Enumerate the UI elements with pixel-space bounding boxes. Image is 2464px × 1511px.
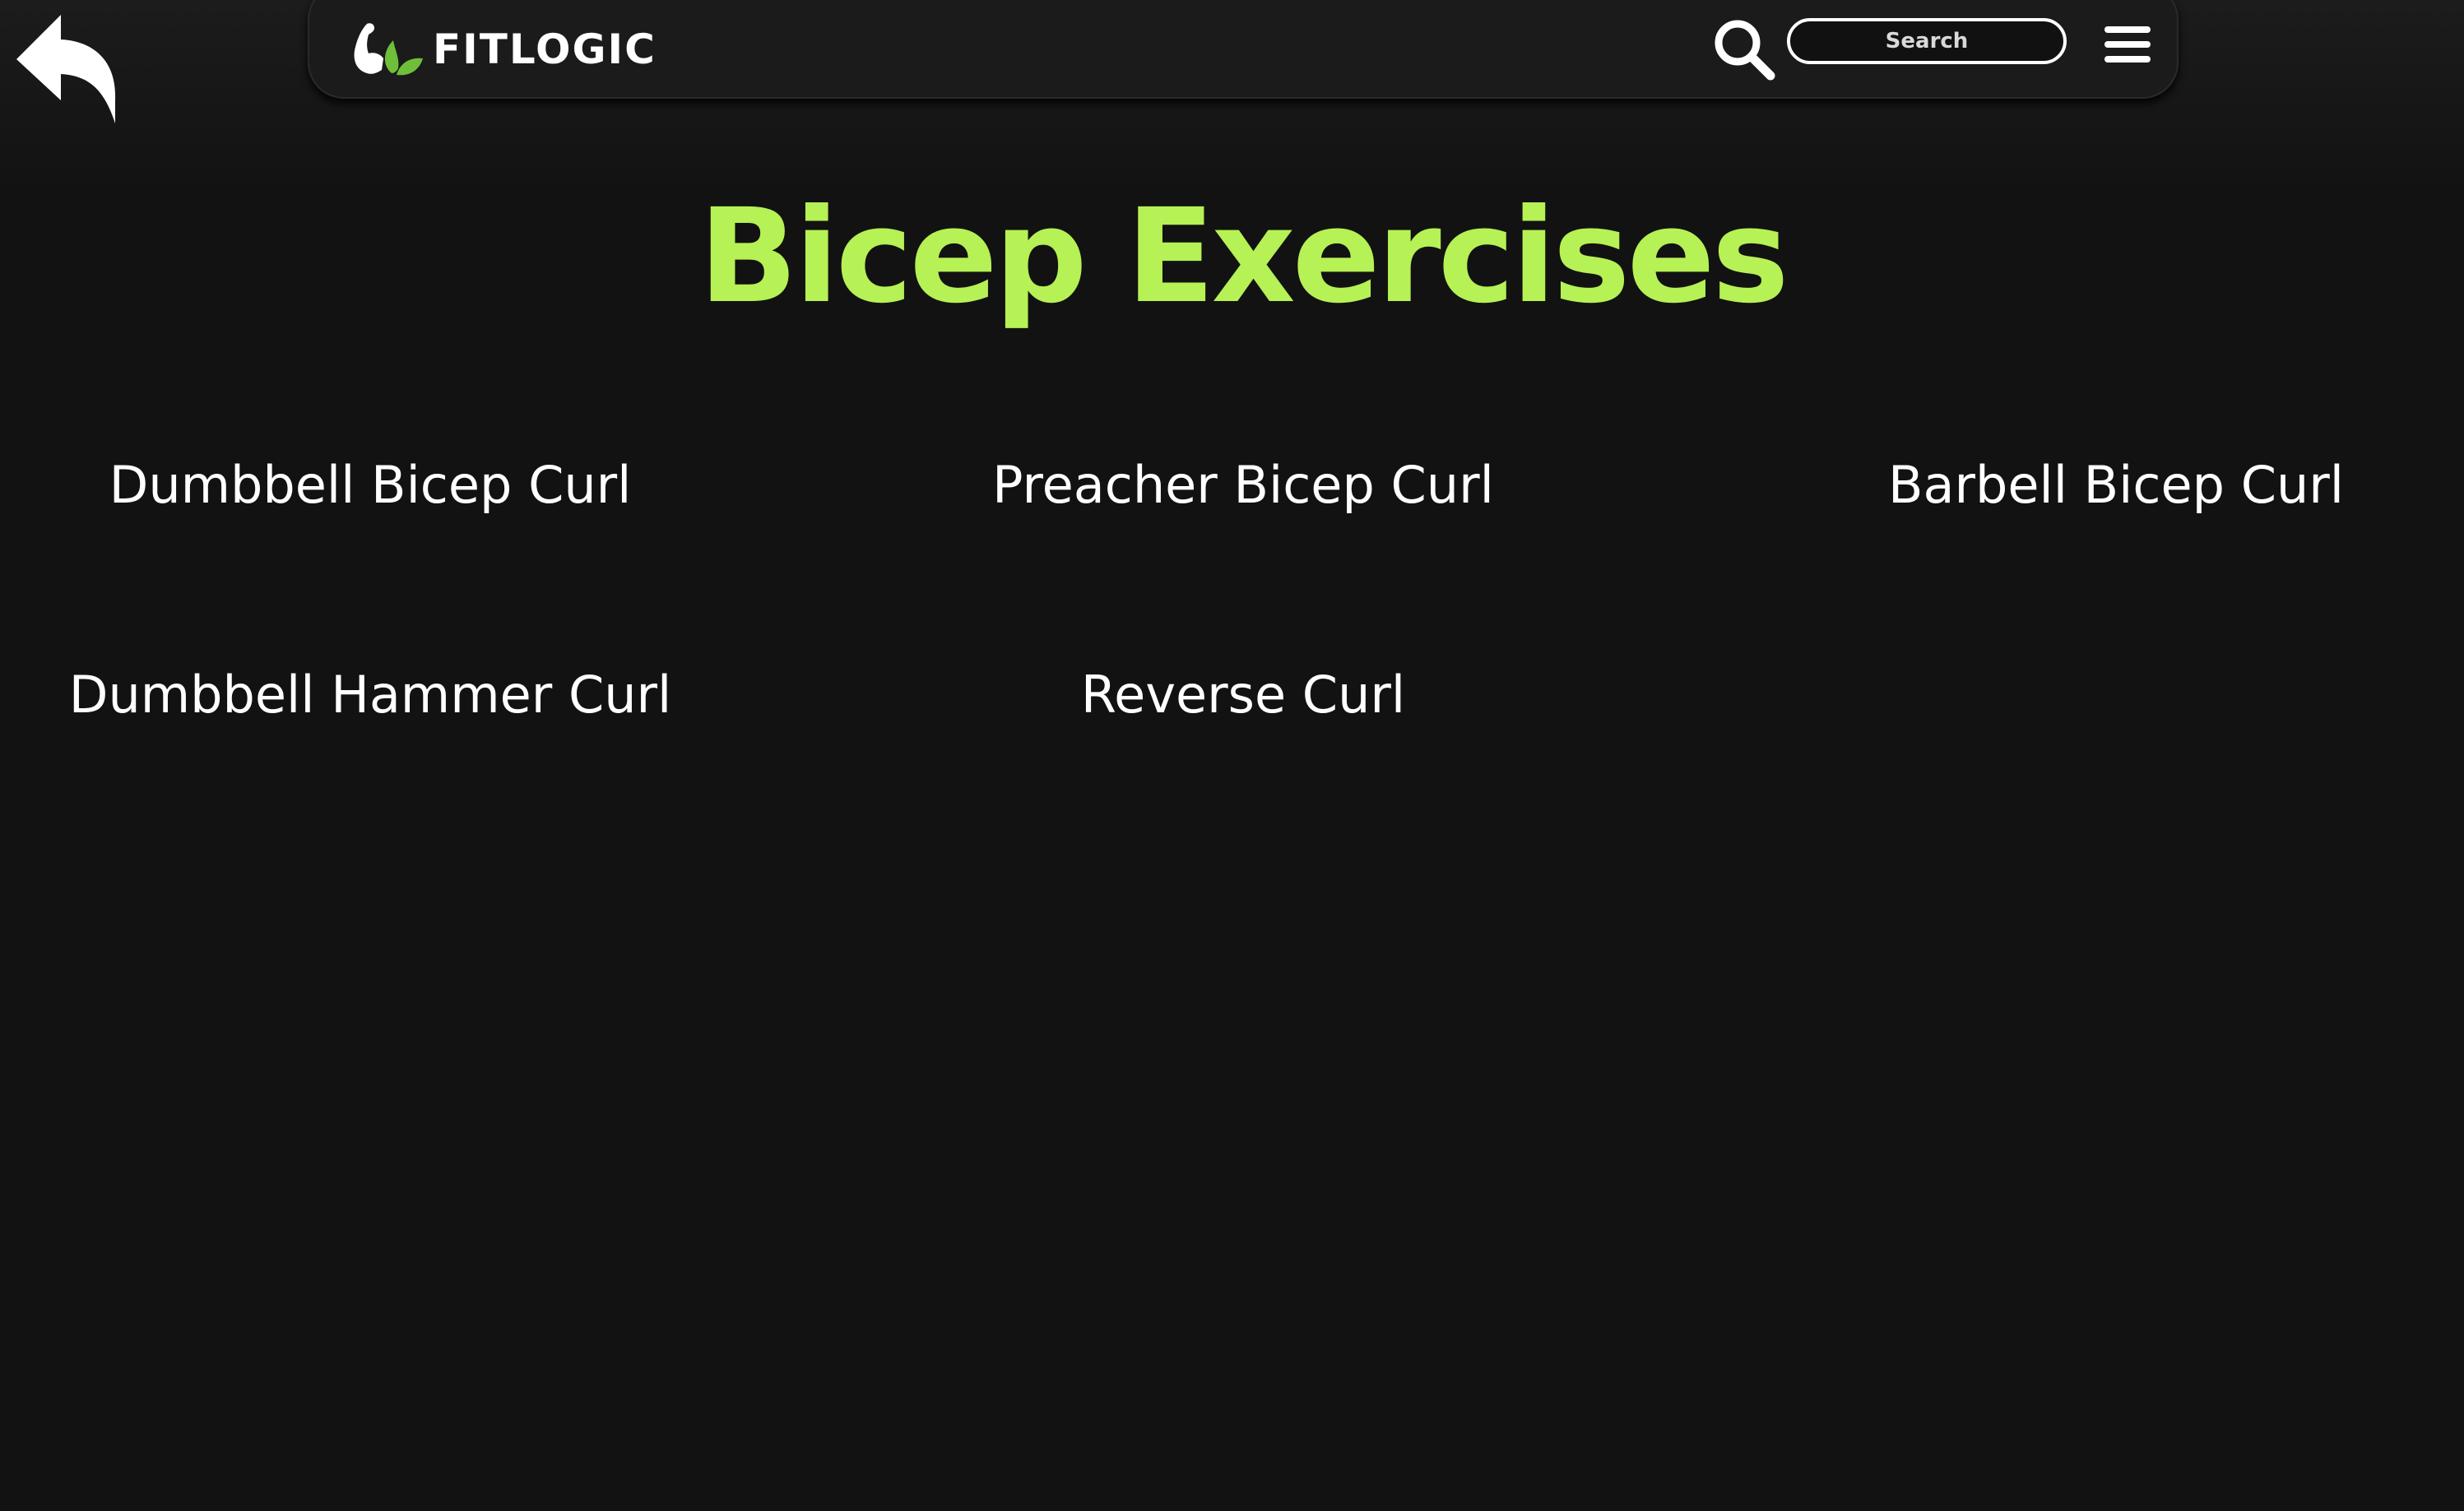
exercise-link-preacher-bicep-curl[interactable]: Preacher Bicep Curl	[791, 448, 1696, 522]
top-navbar: FITLOGIC	[308, 0, 2179, 99]
back-arrow-icon	[16, 15, 116, 123]
menu-bar	[2104, 26, 2151, 33]
exercise-link-reverse-curl[interactable]: Reverse Curl	[791, 658, 1696, 732]
exercise-link-dumbbell-bicep-curl[interactable]: Dumbbell Bicep Curl	[0, 448, 823, 522]
menu-bar	[2104, 41, 2151, 48]
exercise-link-dumbbell-hammer-curl[interactable]: Dumbbell Hammer Curl	[0, 658, 823, 732]
flexed-arm-leaf-logo-icon	[354, 23, 423, 76]
back-button[interactable]	[12, 8, 122, 123]
magnifier-icon	[1715, 20, 1775, 81]
brand-name: FITLOGIC	[433, 25, 657, 73]
menu-bar	[2104, 56, 2151, 63]
exercise-link-barbell-bicep-curl[interactable]: Barbell Bicep Curl	[1664, 448, 2464, 522]
hamburger-menu-icon[interactable]	[2100, 20, 2159, 69]
search-button[interactable]	[1711, 16, 1777, 82]
page-title: Bicep Exercises	[698, 181, 1789, 332]
brand[interactable]: FITLOGIC	[349, 20, 657, 79]
search-input[interactable]	[1787, 18, 2067, 64]
